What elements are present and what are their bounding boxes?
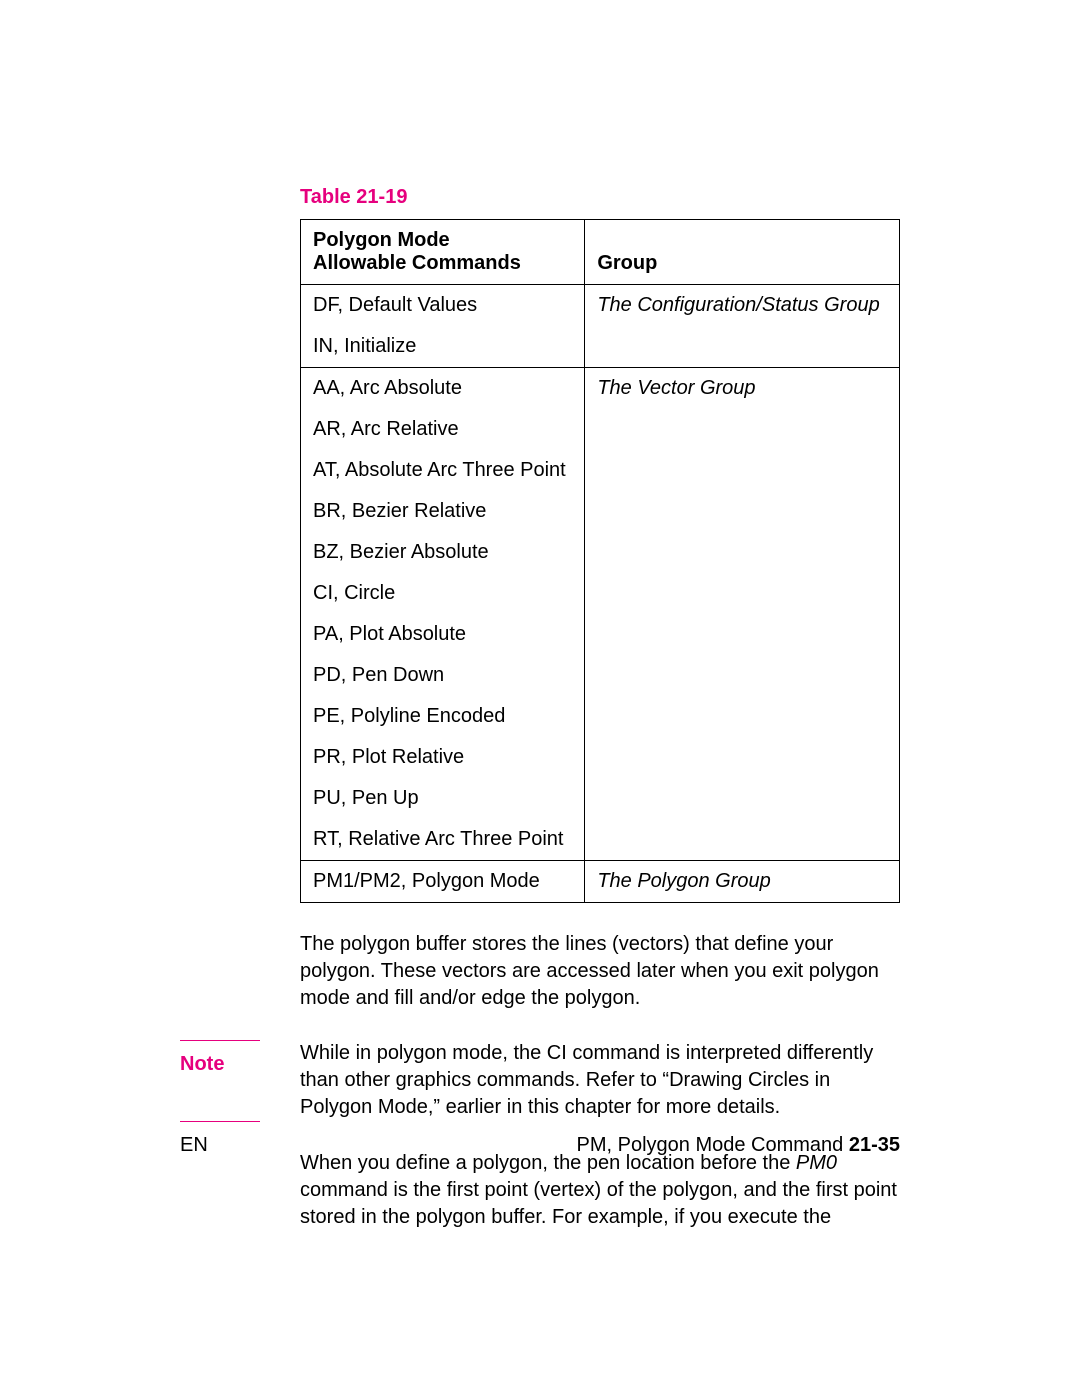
paragraph: When you define a polygon, the pen locat… <box>300 1150 900 1231</box>
footer-left: EN <box>180 1134 208 1157</box>
group-cell: The Configuration/Status Group <box>585 285 900 368</box>
note-rule-top <box>180 1040 260 1041</box>
table-caption: Table 21-19 <box>300 186 900 209</box>
table-row: PU, Pen Up <box>301 778 585 819</box>
table-row: AT, Absolute Arc Three Point <box>301 450 585 491</box>
page-footer: EN PM, Polygon Mode Command 21-35 <box>180 1134 900 1157</box>
table-row: PM1/PM2, Polygon Mode <box>301 861 585 903</box>
footer-right: PM, Polygon Mode Command 21-35 <box>577 1134 901 1157</box>
header-col1-line1: Polygon Mode <box>313 229 450 251</box>
note-block: Note While in polygon mode, the CI comma… <box>180 1040 900 1122</box>
table-row: PD, Pen Down <box>301 655 585 696</box>
commands-table: Polygon Mode Allowable Commands Group DF… <box>300 219 900 903</box>
table-row: PR, Plot Relative <box>301 737 585 778</box>
table-row: AA, Arc Absolute <box>301 368 585 410</box>
table-row: DF, Default Values <box>301 285 585 327</box>
table-row: BZ, Bezier Absolute <box>301 532 585 573</box>
paragraph: The polygon buffer stores the lines (vec… <box>300 931 900 1012</box>
header-col1-line2: Allowable Commands <box>313 252 521 274</box>
footer-right-text: PM, Polygon Mode Command <box>577 1134 849 1156</box>
note-label-column: Note <box>180 1040 300 1122</box>
table-row: BR, Bezier Relative <box>301 491 585 532</box>
table-row: RT, Relative Arc Three Point <box>301 819 585 861</box>
note-label: Note <box>180 1053 300 1076</box>
table-row: CI, Circle <box>301 573 585 614</box>
table-row: PE, Polyline Encoded <box>301 696 585 737</box>
group-cell: The Vector Group <box>585 368 900 861</box>
note-rule-bottom <box>180 1121 260 1122</box>
group-cell: The Polygon Group <box>585 861 900 903</box>
table-row: PA, Plot Absolute <box>301 614 585 655</box>
page: Table 21-19 Polygon Mode Allowable Comma… <box>0 0 1080 1397</box>
p2-part2: command is the first point (vertex) of t… <box>300 1179 897 1228</box>
header-col1: Polygon Mode Allowable Commands <box>301 220 585 285</box>
table-row: IN, Initialize <box>301 326 585 368</box>
note-text: While in polygon mode, the CI command is… <box>300 1040 900 1121</box>
footer-page-number: 21-35 <box>849 1134 900 1156</box>
table-row: AR, Arc Relative <box>301 409 585 450</box>
header-col2: Group <box>585 220 900 285</box>
